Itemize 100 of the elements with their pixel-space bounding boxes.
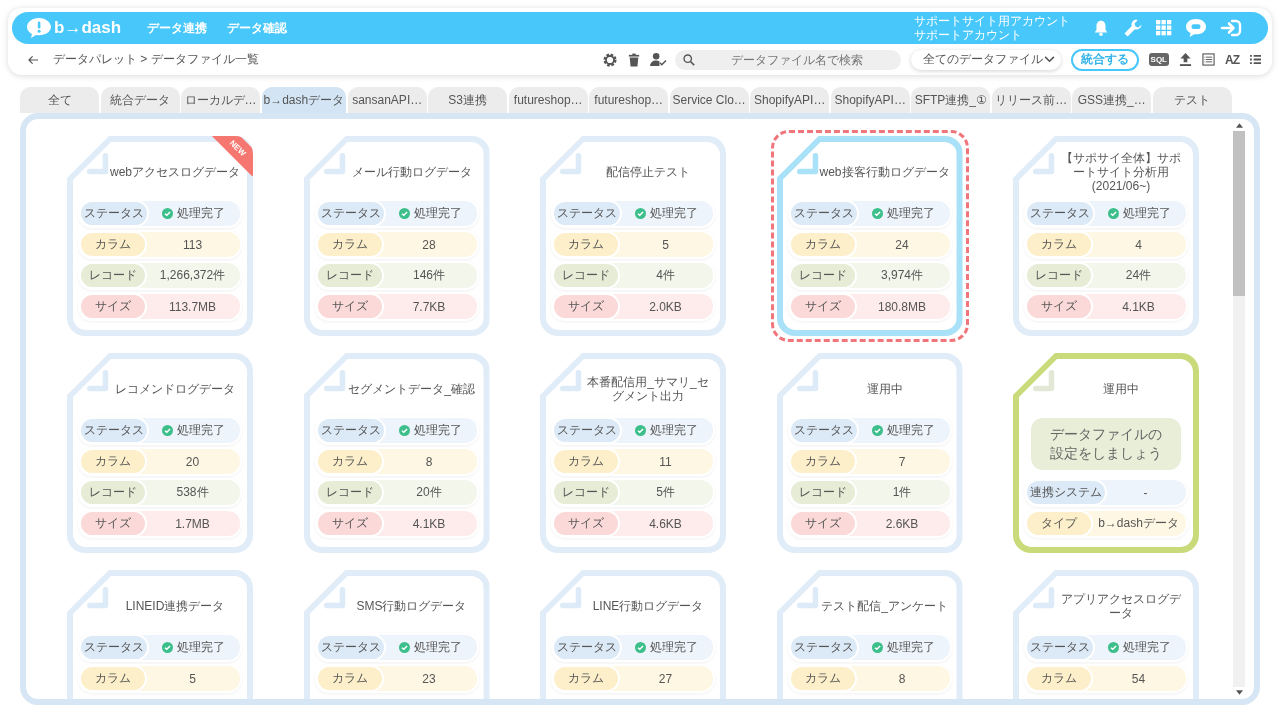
field-label: サイズ bbox=[1027, 295, 1091, 318]
file-title: テスト配信_アンケート bbox=[820, 598, 949, 615]
tab[interactable]: Service Clo… bbox=[669, 87, 749, 113]
field-label: レコード bbox=[554, 264, 618, 287]
field-label: レコード bbox=[790, 481, 855, 504]
field-label: 連携システム bbox=[1027, 481, 1105, 504]
field-value: b→dashデータ bbox=[1098, 515, 1179, 532]
field-value: 処理完了 bbox=[650, 205, 698, 222]
tab[interactable]: S3連携 bbox=[428, 87, 508, 113]
field-value: 2.6KB bbox=[885, 516, 919, 531]
table-icon[interactable] bbox=[1202, 53, 1215, 66]
file-card[interactable]: アプリアクセスログデータ ステータス 処理完了 カラム 54 bbox=[1013, 570, 1199, 699]
field-value: 4 bbox=[1135, 237, 1142, 252]
user-check-icon[interactable] bbox=[649, 52, 667, 67]
field-label: レコード bbox=[317, 264, 382, 287]
field-value: 4件 bbox=[656, 267, 675, 284]
back-arrow-icon[interactable] bbox=[28, 54, 39, 65]
field-label: サイズ bbox=[790, 512, 855, 535]
field-value: 処理完了 bbox=[177, 422, 225, 439]
tab[interactable]: 全て bbox=[20, 87, 99, 113]
tab[interactable]: テスト bbox=[1152, 87, 1232, 113]
field-value: 146件 bbox=[413, 267, 445, 284]
tab[interactable]: ShopifyAPI… bbox=[830, 87, 910, 113]
field-value: 処理完了 bbox=[413, 639, 462, 656]
trash-icon[interactable] bbox=[627, 52, 640, 67]
check-icon bbox=[871, 425, 883, 436]
field-label: カラム bbox=[81, 233, 145, 256]
file-title: SMS行動ログデータ bbox=[355, 598, 468, 615]
scroll-down-icon[interactable] bbox=[1235, 690, 1243, 695]
field-value: 4.1KB bbox=[1122, 299, 1155, 314]
field-value: 処理完了 bbox=[1123, 205, 1171, 222]
field-value: 処理完了 bbox=[886, 639, 935, 656]
check-icon bbox=[1108, 642, 1119, 653]
file-title: レコメンドログデータ bbox=[114, 381, 236, 398]
file-card[interactable]: SMS行動ログデータ ステータス 処理完了 カラム 23 bbox=[303, 570, 490, 699]
scrollbar[interactable] bbox=[1233, 123, 1245, 695]
field-label: サイズ bbox=[81, 295, 145, 318]
file-card[interactable]: レコメンドログデータ ステータス 処理完了 カラム 20 レコード 538件 サイズ 1.7MB bbox=[67, 353, 253, 553]
field-value: 4.1KB bbox=[412, 516, 446, 531]
page-fold-icon bbox=[87, 587, 111, 611]
search-field[interactable]: データファイル名で検索 bbox=[674, 49, 901, 70]
tab[interactable]: futureshop… bbox=[589, 87, 669, 113]
scrollbar-thumb[interactable] bbox=[1233, 131, 1245, 296]
sort-button[interactable]: AZ bbox=[1225, 52, 1239, 67]
file-card[interactable]: メール行動ログデータ ステータス 処理完了 カラム 28 レコード 146件 サイズ 7.7KB bbox=[303, 136, 490, 336]
field-value: 538件 bbox=[176, 484, 209, 501]
field-label: サイズ bbox=[554, 512, 618, 535]
setup-message[interactable]: データファイルの設定をしましょう bbox=[1031, 418, 1181, 470]
chevron-down-icon bbox=[1043, 56, 1055, 63]
field-value: 1件 bbox=[892, 484, 912, 501]
field-label: ステータス bbox=[1027, 202, 1093, 225]
file-card[interactable]: 【サポサイ全体】サポートサイト分析用(2021/06~) ステータス 処理完了 カラム 4 レコード 24件 サイズ 4.1KB bbox=[1013, 136, 1199, 336]
field-value: 処理完了 bbox=[650, 422, 698, 439]
field-value: 5件 bbox=[656, 484, 675, 501]
upload-icon[interactable] bbox=[1179, 52, 1192, 67]
field-label: サイズ bbox=[317, 512, 382, 535]
tab[interactable]: GSS連携_… bbox=[1072, 87, 1152, 113]
field-value: - bbox=[1143, 485, 1148, 500]
field-label: カラム bbox=[1027, 233, 1091, 256]
page-fold-icon bbox=[560, 153, 584, 177]
tab[interactable]: b→dashデータ bbox=[261, 87, 347, 113]
sql-button[interactable]: SQL bbox=[1148, 53, 1169, 66]
file-card[interactable]: LINE行動ログデータ ステータス 処理完了 カラム 27 bbox=[540, 570, 726, 699]
file-card[interactable]: 運用中 ステータス 処理完了 カラム 7 レコード 1件 サイズ 2.6KB bbox=[776, 353, 963, 553]
settings-icon[interactable] bbox=[601, 51, 618, 68]
file-card[interactable]: セグメントデータ_確認 ステータス 処理完了 カラム 8 レコード 20件 サイズ 4.1KB bbox=[303, 353, 490, 553]
field-value: 27 bbox=[658, 671, 673, 686]
tab[interactable]: SFTP連携_① bbox=[911, 87, 991, 113]
page-fold-icon bbox=[560, 370, 584, 394]
tab[interactable]: sansanAPI… bbox=[347, 87, 427, 113]
field-label: ステータス bbox=[317, 636, 384, 659]
field-label: レコード bbox=[554, 481, 618, 504]
tab[interactable]: ローカルデ… bbox=[181, 87, 260, 113]
file-card[interactable]: web接客行動ログデータ ステータス 処理完了 カラム 24 レコード 3,974件 サイズ 180.8MB bbox=[776, 136, 963, 336]
field-value: 180.8MB bbox=[878, 299, 926, 314]
field-value: 2.0KB bbox=[649, 299, 682, 314]
page-fold-icon bbox=[1033, 370, 1057, 394]
tab[interactable]: futureshop… bbox=[508, 87, 588, 113]
field-value: 処理完了 bbox=[177, 205, 225, 222]
file-card[interactable]: テスト配信_アンケート ステータス 処理完了 カラム 8 bbox=[776, 570, 963, 699]
file-filter-dropdown[interactable]: 全てのデータファイル bbox=[910, 49, 1061, 70]
check-icon bbox=[871, 642, 883, 653]
field-value: 20件 bbox=[416, 484, 442, 501]
file-title: 運用中 bbox=[1102, 381, 1140, 398]
file-card[interactable]: LINEID連携データ ステータス 処理完了 カラム 5 bbox=[67, 570, 253, 699]
tab[interactable]: 統合データ bbox=[100, 87, 180, 113]
field-label: サイズ bbox=[554, 295, 618, 318]
field-label: ステータス bbox=[317, 419, 384, 442]
tab[interactable]: リリース前… bbox=[991, 87, 1071, 113]
file-card[interactable]: 本番配信用_サマリ_セグメント出力 ステータス 処理完了 カラム 11 レコード 5件 サイズ 4.6KB bbox=[540, 353, 726, 553]
tab[interactable]: ShopifyAPI… bbox=[750, 87, 830, 113]
scroll-up-icon[interactable] bbox=[1235, 123, 1243, 128]
check-icon bbox=[162, 208, 173, 219]
field-value: 処理完了 bbox=[1123, 639, 1171, 656]
field-value: 8 bbox=[425, 454, 433, 469]
field-value: 処理完了 bbox=[650, 639, 698, 656]
list-icon[interactable] bbox=[1249, 54, 1262, 65]
file-card[interactable]: 配信停止テスト ステータス 処理完了 カラム 5 レコード 4件 サイズ 2.0KB bbox=[540, 136, 726, 336]
file-title: アプリアクセスログデータ bbox=[1060, 591, 1182, 622]
file-card[interactable]: 運用中 データファイルの設定をしましょう 連携システム - タイプ b→dashデータ bbox=[1013, 353, 1199, 553]
